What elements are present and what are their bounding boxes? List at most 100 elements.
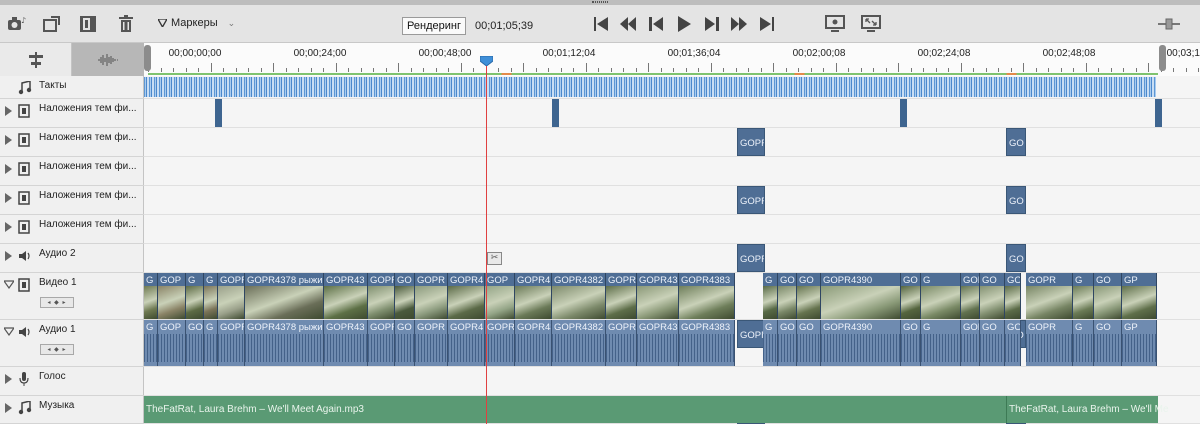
split-scissors-button[interactable]: ✂ (487, 252, 502, 265)
video-clip[interactable]: GOP (485, 273, 515, 319)
audio-clip[interactable]: GOP (961, 320, 980, 366)
overlay-marker-clip[interactable] (900, 99, 907, 127)
timeline-range-start-handle[interactable] (144, 45, 151, 71)
align-tracks-button[interactable] (0, 43, 72, 76)
audio-clip[interactable]: GOPR (218, 320, 245, 366)
video-clip[interactable]: GOPR4378 рыжи (245, 273, 324, 319)
export-icon[interactable] (41, 14, 63, 34)
skip-to-end-icon[interactable] (756, 14, 778, 34)
video-clip[interactable]: GOPR (218, 273, 245, 319)
audio-clip[interactable]: GOPR43 (515, 320, 552, 366)
overlay-marker-clip[interactable] (215, 99, 222, 127)
audio-clip[interactable]: GOPR4 (606, 320, 637, 366)
playhead-handle[interactable] (480, 56, 493, 66)
audio-clip[interactable]: GOPR4383 (679, 320, 735, 366)
video-clip[interactable]: GOP (158, 273, 186, 319)
track-header[interactable]: Музыка (0, 396, 144, 424)
audio-clip[interactable]: GO (1094, 320, 1122, 366)
video-clip[interactable]: GO (901, 273, 921, 319)
expand-arrow-icon[interactable] (4, 251, 13, 264)
expand-arrow-icon[interactable] (4, 106, 13, 119)
overlay-clip[interactable]: GO (1006, 244, 1026, 272)
overlay-marker-clip[interactable] (1155, 99, 1162, 127)
video-clip[interactable]: GOPR (415, 273, 448, 319)
timeline-area[interactable]: 00;00;00;00 00;00;24;00 00;00;48;00 00;01;1… (144, 43, 1200, 424)
track-header[interactable]: Наложения тем фи... (0, 186, 144, 215)
audio-clip[interactable]: GOPR4 (448, 320, 485, 366)
audio-clip[interactable]: GOP (158, 320, 186, 366)
overlay-clip[interactable]: GOPR (737, 128, 765, 156)
video-clip[interactable]: GO (1005, 273, 1021, 319)
video-clip[interactable]: GOPR4 (606, 273, 637, 319)
expand-arrow-icon[interactable] (4, 374, 13, 387)
audio-clip[interactable]: GOPR (415, 320, 448, 366)
overlay-clip[interactable]: GOPR (737, 320, 765, 348)
video-clip[interactable]: GO (797, 273, 821, 319)
audio-clip[interactable]: GOPR (368, 320, 395, 366)
track-lane[interactable]: GOPR GO (144, 186, 1200, 215)
video-clip[interactable]: GOPR4383 (679, 273, 735, 319)
video-clip[interactable]: G (1073, 273, 1094, 319)
expand-arrow-icon[interactable] (4, 403, 13, 416)
play-icon[interactable] (673, 14, 695, 34)
fullscreen-icon[interactable] (860, 14, 882, 34)
audio-clip[interactable]: GO (395, 320, 415, 366)
track-header[interactable]: Такты (0, 76, 144, 99)
audio-clip[interactable]: GP (1122, 320, 1157, 366)
timeline-range-end-handle[interactable] (1159, 45, 1166, 71)
collapse-arrow-icon[interactable] (2, 280, 16, 292)
track-header[interactable]: Наложения тем фи... (0, 99, 144, 128)
track-header[interactable]: Аудио 2 (0, 244, 144, 273)
audio-clip[interactable]: GOPR (1026, 320, 1073, 366)
track-header[interactable]: Видео 1 ◂ ◆ ▸ (0, 273, 144, 320)
video-clip[interactable]: GOPR (1026, 273, 1073, 319)
zoom-slider-icon[interactable] (1158, 14, 1180, 34)
expand-arrow-icon[interactable] (4, 135, 13, 148)
fast-forward-icon[interactable] (728, 14, 750, 34)
video-clip[interactable]: GO (778, 273, 797, 319)
overlay-marker-clip[interactable] (552, 99, 559, 127)
step-back-icon[interactable] (645, 14, 667, 34)
track-header[interactable]: Наложения тем фи... (0, 128, 144, 157)
video-clip[interactable]: GOPR4 (515, 273, 552, 319)
audio-clip[interactable]: G (921, 320, 961, 366)
rewind-icon[interactable] (617, 14, 639, 34)
audio-waveform-button[interactable] (72, 43, 144, 76)
track-header[interactable]: Аудио 1 ◂ ◆ ▸ (0, 320, 144, 367)
audio-clip[interactable]: GO (980, 320, 1005, 366)
display-settings-icon[interactable] (824, 14, 846, 34)
audio-clip[interactable]: G (144, 320, 158, 366)
audio-clip[interactable]: G (763, 320, 778, 366)
track-lane[interactable]: GOPR GO ✂ (144, 244, 1200, 273)
expand-arrow-icon[interactable] (4, 222, 13, 235)
track-lane[interactable]: GOPRGOTheFatRat, Laura Brehm – We'll Mee… (144, 396, 1200, 424)
audio-clip[interactable]: G (204, 320, 218, 366)
music-clip[interactable]: TheFatRat, Laura Brehm – We'll Me (1006, 396, 1169, 423)
track-header[interactable]: Наложения тем фи... (0, 157, 144, 186)
video-clip[interactable]: GOP (961, 273, 980, 319)
track-lane[interactable] (144, 76, 1200, 99)
audio-clip[interactable]: GOPR43 (324, 320, 368, 366)
track-lane[interactable]: GGOPGGGOPRGOPR4378 рыжиGOPR43GOPRGOGOPRG… (144, 273, 1200, 320)
track-lane[interactable] (144, 157, 1200, 186)
track-nudge-control[interactable]: ◂ ◆ ▸ (40, 344, 74, 355)
video-clip[interactable]: GO (980, 273, 1005, 319)
camera-music-icon[interactable]: ♪ (6, 14, 28, 34)
overlay-clip[interactable]: GO (1006, 186, 1026, 214)
step-forward-icon[interactable] (701, 14, 723, 34)
video-clip[interactable]: GOPR43 (324, 273, 368, 319)
audio-clip[interactable]: GO (186, 320, 204, 366)
video-clip[interactable]: GO (1094, 273, 1122, 319)
track-nudge-control[interactable]: ◂ ◆ ▸ (40, 297, 74, 308)
audio-clip[interactable]: GO (778, 320, 797, 366)
track-lane[interactable] (144, 367, 1200, 396)
video-clip[interactable]: GO (395, 273, 415, 319)
audio-clip[interactable]: G (1073, 320, 1094, 366)
track-lane[interactable] (144, 215, 1200, 244)
playhead-line[interactable] (486, 57, 487, 424)
expand-arrow-icon[interactable] (4, 193, 13, 206)
overlay-clip[interactable]: GO (1006, 128, 1026, 156)
music-clip[interactable]: TheFatRat, Laura Brehm – We'll Meet Agai… (144, 396, 1006, 423)
audio-clip[interactable]: GO (901, 320, 921, 366)
video-clip[interactable]: GP (1122, 273, 1157, 319)
